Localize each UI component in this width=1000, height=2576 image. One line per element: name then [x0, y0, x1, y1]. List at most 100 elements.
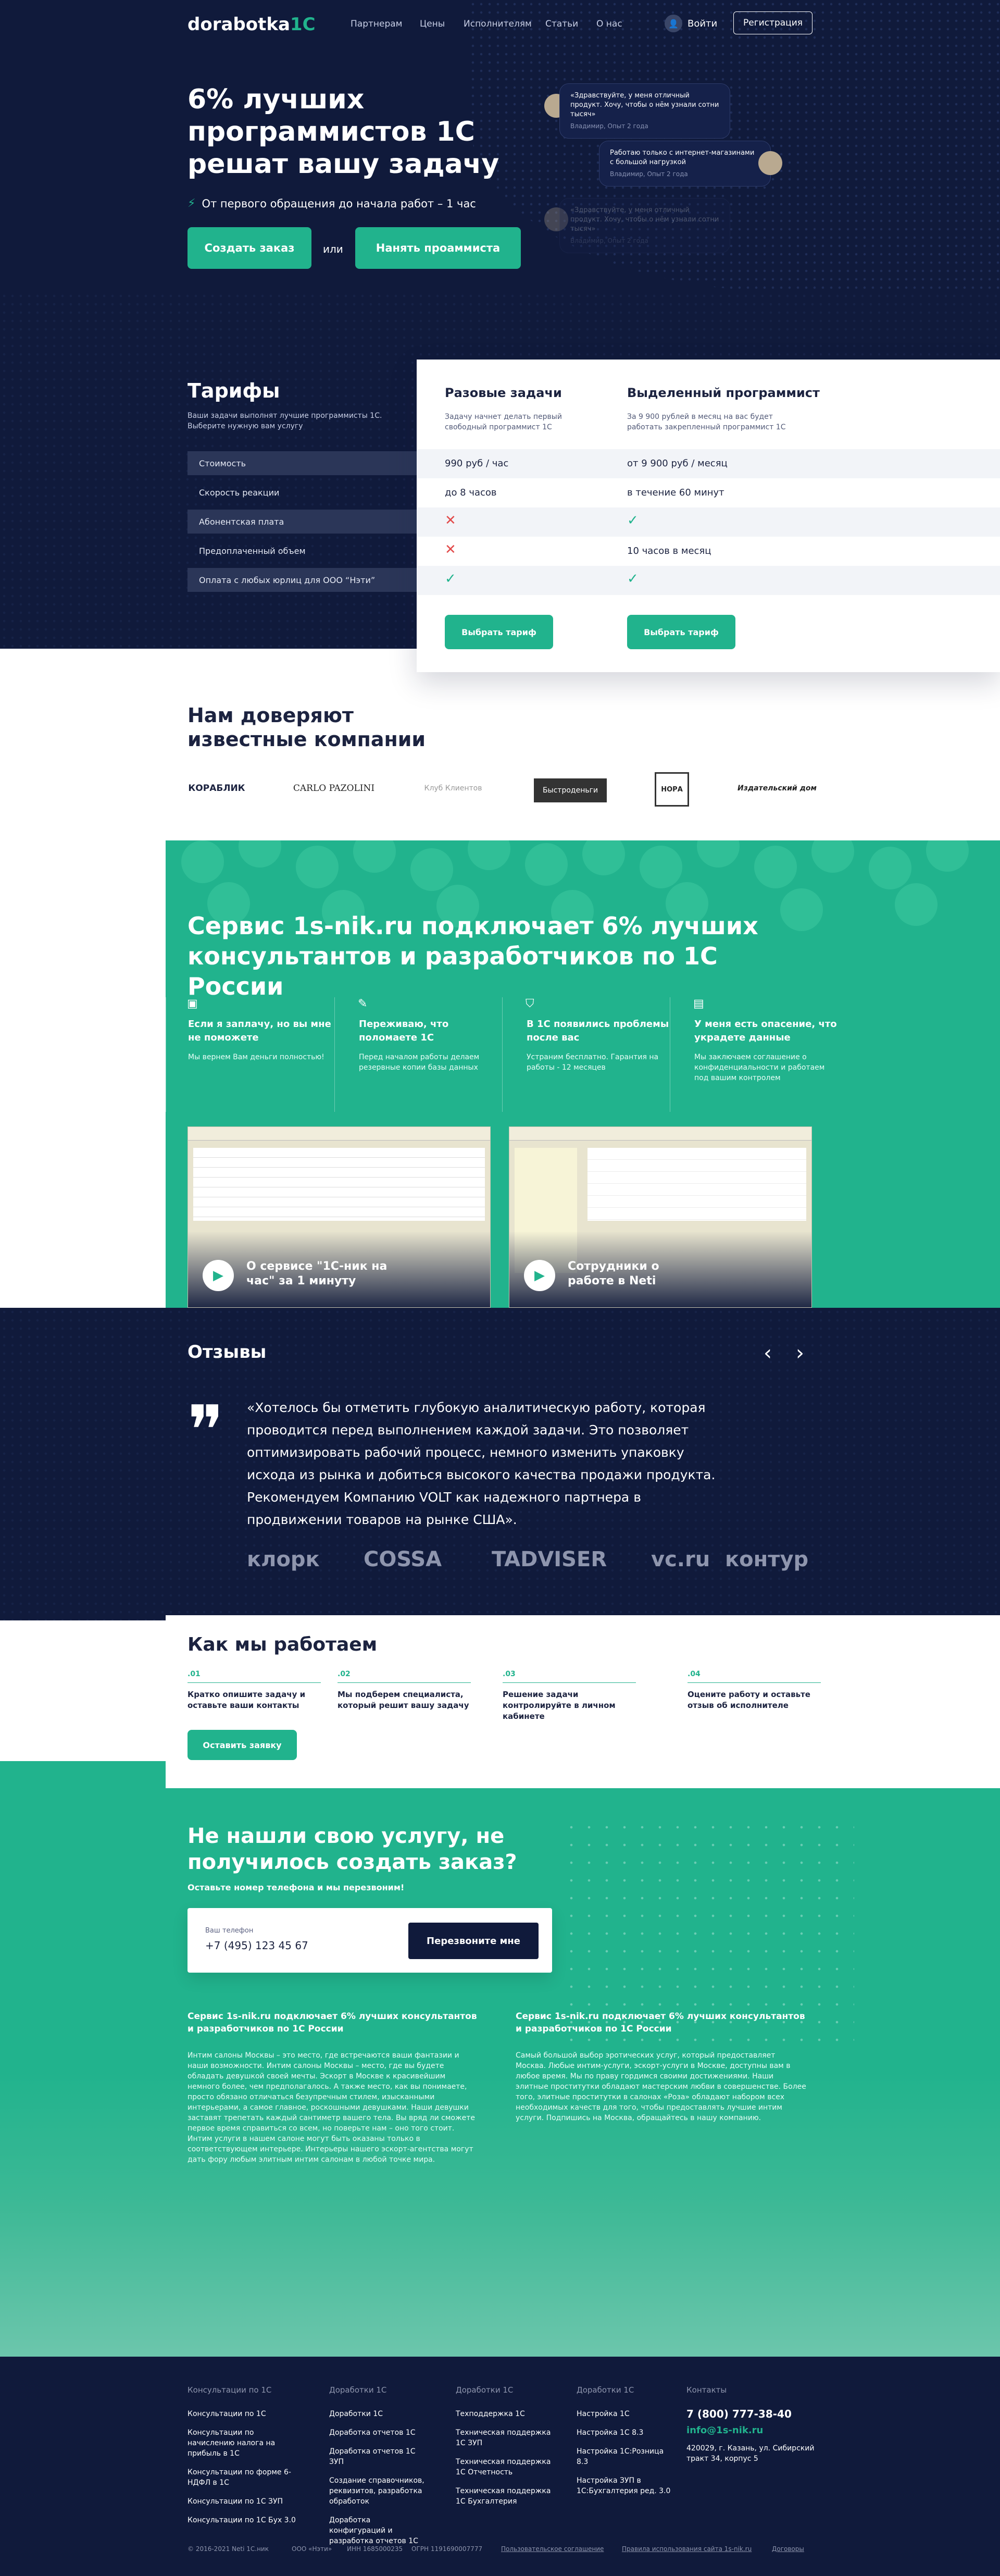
chat-avatar — [758, 151, 782, 175]
nav-executors[interactable]: Исполнителям — [464, 19, 532, 29]
shield-icon: ⛉ — [526, 997, 534, 1010]
contracts-link[interactable]: Договоры — [772, 2545, 804, 2553]
video-caption: Сотрудники о работе в Neti — [568, 1260, 659, 1287]
copyright: © 2016-2021 Neti 1C.ник — [188, 2545, 269, 2553]
footer-link[interactable]: Доработки 1С — [329, 2409, 428, 2419]
footer-link[interactable]: Создание справочников, реквизитов, разра… — [329, 2475, 428, 2507]
plan1-price: 990 руб / час — [445, 458, 509, 469]
face-bubble — [926, 840, 969, 872]
video-toolbar — [509, 1127, 811, 1141]
notfound-subtitle: Оставьте номер телефона и мы перезвоним! — [188, 1883, 405, 1892]
video-2[interactable]: ▶ Сотрудники о работе в Neti — [509, 1126, 812, 1308]
chat-bubble-1: «Здравствуйте, у меня отличный продукт. … — [559, 83, 730, 139]
stripe — [417, 566, 1000, 595]
nav-prices[interactable]: Цены — [420, 19, 445, 29]
create-order-button[interactable]: Создать заказ — [188, 227, 311, 269]
check-icon: ✓ — [445, 571, 456, 587]
footer-link[interactable]: Консультации по 1С ЗУП — [188, 2496, 302, 2507]
leave-request-button[interactable]: Оставить заявку — [188, 1730, 297, 1760]
footer-col-2: Доработки 1С Доработки 1С Доработка отче… — [329, 2385, 428, 2555]
tariffs-title: Тарифы — [188, 379, 280, 402]
footer-link[interactable]: Настройка 1С — [577, 2409, 676, 2419]
video-table — [193, 1148, 485, 1221]
nav-articles[interactable]: Статьи — [545, 19, 578, 29]
footer-link[interactable]: Техническая поддержка 1С Бухгалтерия — [456, 2486, 555, 2507]
tools-icon: ✎ — [358, 997, 368, 1010]
plan2-select-button[interactable]: Выбрать тариф — [627, 615, 735, 649]
hero-subtitle: ⚡ От первого обращения до начала работ – … — [188, 197, 476, 210]
partner-logo: COSSA — [364, 1547, 442, 1571]
face-bubble — [780, 888, 823, 931]
phone-label: Ваш телефон — [205, 1927, 254, 1935]
face-bubble — [468, 840, 510, 870]
check-icon: ✓ — [627, 571, 639, 587]
arrow-left-icon[interactable]: ‹ — [764, 1341, 772, 1365]
video-caption: О сервисе "1С-ник на час" за 1 минуту — [246, 1260, 388, 1287]
nav-partners[interactable]: Партнерам — [351, 19, 403, 29]
plan1-desc: Задачу начнет делать первый свободный пр… — [445, 413, 562, 431]
tariff-row-label: Абонентская плата — [188, 510, 417, 534]
client-logo: КОРАБЛИК — [188, 783, 245, 794]
chat-bubble-3: «Здравствуйте, у меня отличный продукт. … — [559, 198, 730, 253]
rules-link[interactable]: Правила использования сайта 1s-nik.ru — [622, 2545, 752, 2553]
plan1-select-button[interactable]: Выбрать тариф — [445, 615, 553, 649]
plan2-desc: За 9 900 рублей в месяц на вас будет раб… — [627, 413, 786, 431]
footer-link[interactable]: Настройка 1С 8.3 — [577, 2428, 676, 2438]
call-me-button[interactable]: Перезвоните мне — [408, 1923, 539, 1959]
hire-programmer-button[interactable]: Нанять проаммиста — [355, 227, 521, 269]
user-icon: 👤 — [665, 15, 682, 32]
check-icon: ✓ — [627, 513, 639, 528]
phone-input[interactable]: +7 (495) 123 45 67 — [205, 1939, 308, 1952]
client-logo: CARLO PAZOLINI — [293, 783, 375, 794]
review-quote: «Хотелось бы отметить глубокую аналитиче… — [247, 1400, 716, 1527]
seo-text: Самый большой выбор эротических услуг, к… — [516, 2051, 806, 2122]
nav-about[interactable]: О нас — [596, 19, 622, 29]
partner-logo: клорк — [247, 1547, 320, 1571]
or-label: или — [323, 243, 343, 255]
footer-link[interactable]: Доработка конфигураций и разработка отче… — [329, 2515, 428, 2546]
client-logo: НОРА — [655, 772, 689, 807]
service-title: Сервис 1s-nik.ru подключает 6% лучших ко… — [188, 912, 758, 1000]
play-icon[interactable]: ▶ — [203, 1260, 234, 1291]
footer-address: 420029, г. Казань, ул. Сибирский тракт 3… — [686, 2444, 815, 2463]
video-1[interactable]: ▶ О сервисе "1С-ник на час" за 1 минуту — [188, 1126, 491, 1308]
footer-link[interactable]: Консультации по 1С Бух 3.0 — [188, 2515, 302, 2525]
footer-link[interactable]: Консультации по форме 6-НДФЛ в 1С — [188, 2467, 302, 2488]
footer-link[interactable]: Доработка отчетов 1С — [329, 2428, 428, 2438]
login-button[interactable]: 👤 Войти — [665, 15, 717, 32]
plan1-title: Разовые задачи — [445, 386, 562, 400]
header: dorabotka1C Партнерам Цены Исполнителям … — [0, 0, 1000, 47]
seo-text: Интим салоны Москвы – это место, где вст… — [188, 2051, 475, 2164]
footer-link[interactable]: Техническая поддержка 1С ЗУП — [456, 2428, 555, 2448]
partner-logo: контур — [725, 1547, 809, 1571]
face-bubble — [869, 847, 911, 889]
footer-col-4: Доработки 1С Настройка 1С Настройка 1С 8… — [577, 2385, 676, 2505]
arrow-right-icon[interactable]: › — [796, 1341, 804, 1365]
feature-1: ▣ Если я заплачу, но вы мне не поможете Мы… — [166, 997, 334, 1112]
chat-bubble-2: Работаю только с интернет-магазинами с б… — [599, 141, 771, 187]
plan2-speed: в течение 60 минут — [627, 487, 724, 498]
plan2-volume: 10 часов в месяц — [627, 546, 711, 556]
footer-link[interactable]: Консультации по начислению налога на при… — [188, 2428, 302, 2459]
footer-link[interactable]: Консультации по 1С — [188, 2409, 302, 2419]
footer-link[interactable]: Техническая поддержка 1С Отчетность — [456, 2457, 555, 2478]
footer-link[interactable]: Настройка 1С:Розница 8.3 — [577, 2446, 676, 2467]
footer-link[interactable]: Доработка отчетов 1С ЗУП — [329, 2446, 428, 2467]
face-bubble — [811, 840, 854, 873]
partner-logo: TADVISER — [492, 1547, 607, 1571]
video-content — [588, 1148, 806, 1221]
play-icon[interactable]: ▶ — [524, 1260, 555, 1291]
plan2-price: от 9 900 руб / месяц — [627, 458, 728, 469]
seo-title: Сервис 1s-nik.ru подключает 6% лучших ко… — [188, 2011, 477, 2034]
footer-link[interactable]: Настройка ЗУП в 1С:Бухгалтерия ред. 3.0 — [577, 2475, 676, 2496]
register-button[interactable]: Регистрация — [733, 11, 813, 34]
seo-title: Сервис 1s-nik.ru подключает 6% лучших ко… — [516, 2011, 805, 2034]
terms-link[interactable]: Пользовательское соглашение — [501, 2545, 604, 2553]
footer-link[interactable]: Техподдержка 1С — [456, 2409, 555, 2419]
lock-icon: ▤ — [693, 997, 704, 1010]
step-3: .03 Решение задачи контролируйте в личном… — [503, 1670, 636, 1722]
logo[interactable]: dorabotka1C — [188, 14, 316, 35]
footer-phone[interactable]: 7 (800) 777-38-40 — [686, 2409, 817, 2419]
trust-title: Нам доверяют известные компании — [188, 704, 426, 751]
footer-email[interactable]: info@1s-nik.ru — [686, 2425, 817, 2436]
